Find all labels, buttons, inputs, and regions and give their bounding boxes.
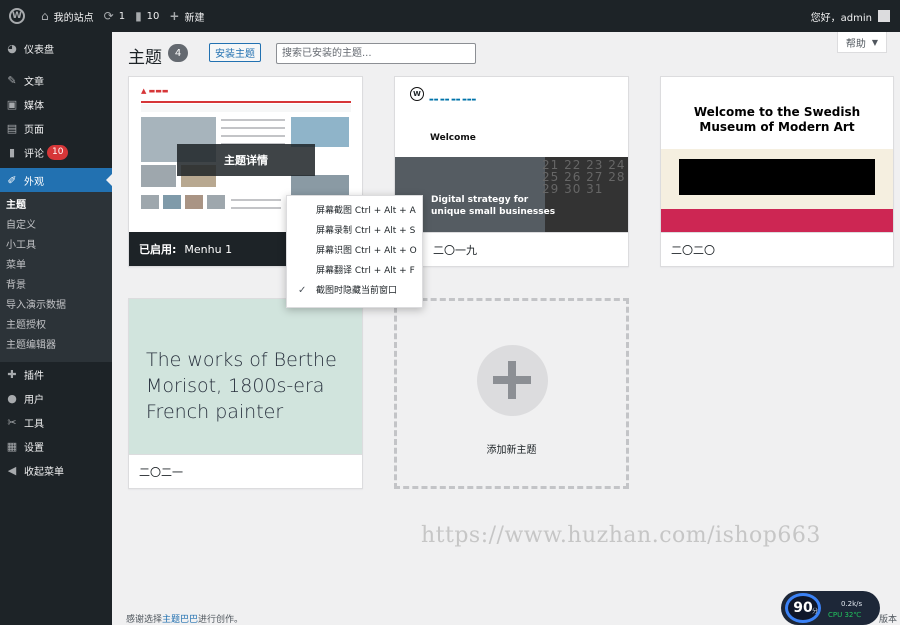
theme-screenshot: Welcome to the Swedish Museum of Modern … <box>661 77 893 234</box>
sidebar-collapse-menu[interactable]: ◀ 收起菜单 <box>0 458 112 482</box>
wordpress-logo-icon: W <box>9 8 25 24</box>
comments-count: 10 <box>146 10 160 22</box>
shot-welcome: Welcome <box>430 133 476 143</box>
submenu-widgets[interactable]: 小工具 <box>0 236 112 256</box>
site-name-link[interactable]: ⌂ 我的站点 <box>36 0 99 32</box>
plugin-icon: ✚ <box>7 367 17 381</box>
add-new-theme-label: 添加新主题 <box>486 445 537 456</box>
wp-logo-button[interactable]: W <box>0 0 36 32</box>
my-account[interactable]: 您好，admin <box>811 0 900 32</box>
sidebar-item-pages[interactable]: ▤ 页面 <box>0 116 112 140</box>
pin-icon: ✎ <box>7 73 17 87</box>
submenu-customize[interactable]: 自定义 <box>0 216 112 236</box>
updates-count: 1 <box>118 10 126 22</box>
comment-bubble-icon: ▮ <box>135 9 142 23</box>
submenu-background[interactable]: 背景 <box>0 276 112 296</box>
media-icon: ▣ <box>6 97 18 111</box>
submenu-theme-editor[interactable]: 主题编辑器 <box>0 336 112 356</box>
checkmark-icon: ✓ <box>298 285 307 296</box>
theme-screenshot: W ▬▬ ▬▬ ▬▬ ▬▬▬ Welcome 21 22 23 24 25 26… <box>395 77 628 234</box>
sidebar-item-comments[interactable]: ▮ 评论 10 <box>0 140 112 164</box>
page-title: 主题 <box>128 48 162 68</box>
sidebar-item-dashboard[interactable]: ◕ 仪表盘 <box>0 36 112 60</box>
submenu-themes[interactable]: 主题 <box>0 196 112 216</box>
theme-screenshot: The works of Berthe Morisot, 1800s-era F… <box>129 299 362 456</box>
sidebar-item-settings[interactable]: ▦ 设置 <box>0 434 112 458</box>
submenu-theme-license[interactable]: 主题授权 <box>0 316 112 336</box>
footer-version: 版本 <box>878 615 897 625</box>
plus-icon: + <box>169 9 180 23</box>
install-theme-button[interactable]: 安装主题 <box>209 43 261 62</box>
shot-numbers: 21 22 23 24 25 26 27 28 29 30 31 <box>542 158 626 196</box>
theme-count-badge: 4 <box>168 44 188 62</box>
comments-link[interactable]: ▮ 10 <box>130 0 164 32</box>
context-menu: 屏幕截图 Ctrl + Alt + A 屏幕录制 Ctrl + Alt + S … <box>286 195 423 308</box>
sidebar-item-users[interactable]: ● 用户 <box>0 386 112 410</box>
sidebar-item-posts[interactable]: ✎ 文章 <box>0 68 112 92</box>
shot-tagline: Digital strategy for unique small busine… <box>431 195 556 217</box>
greeting: 您好，admin <box>810 12 872 24</box>
theme-name: Menhu 1 <box>184 242 233 256</box>
dashboard-icon: ◕ <box>7 41 17 55</box>
wrench-icon: ✂ <box>7 415 17 429</box>
speed-unit: 分 <box>812 608 819 615</box>
menu-item-screen-translate[interactable]: 屏幕翻译 Ctrl + Alt + F <box>287 261 422 281</box>
theme-name-bar: 二〇二〇 <box>661 232 893 266</box>
add-new-theme-card[interactable]: 添加新主题 <box>394 298 629 489</box>
comment-icon: ▮ <box>8 145 16 159</box>
sidebar-item-media[interactable]: ▣ 媒体 <box>0 92 112 116</box>
admin-bar: W ⌂ 我的站点 ⟳ 1 ▮ 10 + 新建 您好，admin <box>0 0 900 32</box>
cpu-temperature: CPU 32℃ <box>828 611 862 619</box>
watermark: https://www.huzhan.com/ishop663 <box>421 523 821 548</box>
footer-thankyou: 感谢选择主题巴巴进行创作。 <box>126 615 244 625</box>
brush-icon: ✐ <box>7 173 17 187</box>
active-label: 已启用: <box>139 243 177 256</box>
submenu-menus[interactable]: 菜单 <box>0 256 112 276</box>
comments-badge: 10 <box>47 144 69 160</box>
new-label: 新建 <box>184 12 205 24</box>
chevron-down-icon: ▼ <box>871 37 879 47</box>
sidebar-item-appearance[interactable]: ✐ 外观 <box>0 168 112 192</box>
avatar <box>878 10 890 22</box>
theme-name: 二〇二一 <box>139 465 183 479</box>
new-content-link[interactable]: + 新建 <box>164 0 209 32</box>
menu-item-screenshot[interactable]: 屏幕截图 Ctrl + Alt + A <box>287 201 422 221</box>
theme-card-twentytwenty[interactable]: Welcome to the Swedish Museum of Modern … <box>660 76 894 267</box>
theme-card-twentytwentyone[interactable]: The works of Berthe Morisot, 1800s-era F… <box>128 298 363 489</box>
home-icon: ⌂ <box>41 9 49 23</box>
menu-item-screen-ocr[interactable]: 屏幕识图 Ctrl + Alt + O <box>287 241 422 261</box>
appearance-submenu: 主题 自定义 小工具 菜单 背景 导入演示数据 主题授权 主题编辑器 <box>0 192 112 362</box>
help-tab-button[interactable]: 帮助 ▼ <box>837 32 887 53</box>
theme-details-button[interactable]: 主题详情 <box>177 144 315 176</box>
sidebar-item-tools[interactable]: ✂ 工具 <box>0 410 112 434</box>
theme-name-bar: 二〇二一 <box>129 454 362 488</box>
site-name: 我的站点 <box>53 12 94 24</box>
shot-title: Welcome to the Swedish Museum of Modern … <box>693 105 861 134</box>
submenu-import-demo[interactable]: 导入演示数据 <box>0 296 112 316</box>
search-themes-input[interactable] <box>276 43 476 64</box>
network-rate: 0.2k/s <box>841 600 863 608</box>
page-icon: ▤ <box>6 121 18 135</box>
wordpress-logo-icon: W <box>410 87 424 101</box>
theme-name: 二〇二〇 <box>671 243 715 257</box>
menu-item-screen-record[interactable]: 屏幕录制 Ctrl + Alt + S <box>287 221 422 241</box>
admin-sidebar: ◕ 仪表盘 ✎ 文章 ▣ 媒体 ▤ 页面 ▮ 评论 10 ✐ 外观 主题 自定义… <box>0 32 112 625</box>
theme-card-twentynineteen[interactable]: W ▬▬ ▬▬ ▬▬ ▬▬▬ Welcome 21 22 23 24 25 26… <box>394 76 629 267</box>
settings-icon: ▦ <box>6 439 18 453</box>
collapse-icon: ◀ <box>7 463 17 477</box>
menu-item-hide-window[interactable]: ✓ 截图时隐藏当前窗口 <box>287 281 422 301</box>
speed-widget[interactable]: 90 分 0.2k/s CPU 32℃ <box>781 591 880 625</box>
theme-name-bar: 二〇一九 <box>395 232 628 266</box>
shot-text: The works of Berthe Morisot, 1800s-era F… <box>146 349 337 423</box>
sidebar-item-plugins[interactable]: ✚ 插件 <box>0 362 112 386</box>
updates-link[interactable]: ⟳ 1 <box>99 0 130 32</box>
footer-link[interactable]: 主题巴巴 <box>162 615 198 625</box>
refresh-icon: ⟳ <box>103 9 114 23</box>
user-icon: ● <box>7 391 17 405</box>
plus-icon <box>477 345 548 416</box>
